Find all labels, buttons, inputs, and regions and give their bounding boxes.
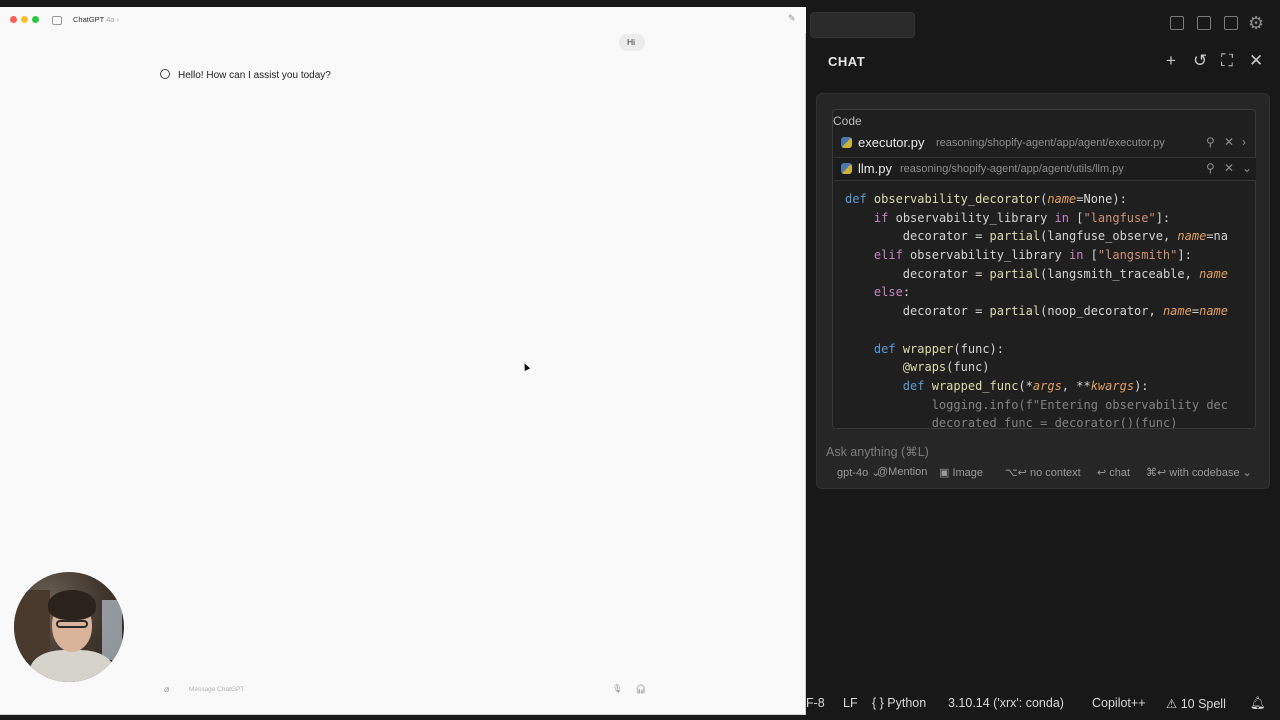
minimize-window-button[interactable] [21, 16, 28, 23]
toggle-primary-sidebar-icon[interactable] [1170, 16, 1184, 30]
braces-icon: { } [872, 696, 888, 710]
model-version: 4o [106, 15, 115, 24]
image-button[interactable]: ▣ Image [939, 466, 983, 479]
python-file-icon [841, 163, 852, 174]
chat-submit-button[interactable]: ↩ chat [1097, 466, 1130, 479]
code-line: def wrapped_func(*args, **kwargs): [902, 378, 1149, 393]
history-icon[interactable]: ↺ [1193, 52, 1207, 69]
code-line: decorator = partial(noop_decorator, name… [902, 304, 1228, 319]
shortcut-key: ⌘↩ [1146, 467, 1167, 479]
warning-icon: ⚠ [1166, 697, 1181, 711]
chevron-down-icon[interactable]: ⌄ [1242, 161, 1252, 175]
chat-panel-header [806, 48, 1280, 76]
status-encoding[interactable]: F-8 [806, 696, 825, 710]
status-bar: F-8 LF { } Python 3.10.14 ('xrx': conda)… [806, 690, 1280, 720]
code-line: decorator = partial(langsmith_traceable,… [902, 266, 1228, 281]
chevron-right-icon[interactable]: › [1242, 135, 1246, 149]
model-selector[interactable]: gpt-4o ⌄ [837, 466, 880, 479]
image-icon: ▣ [939, 467, 953, 479]
codebase-submit-button[interactable]: ⌘↩ with codebase ⌄ [1146, 466, 1252, 479]
file-path: reasoning/shopify-agent/app/agent/execut… [936, 137, 1165, 149]
bell-icon[interactable]: 🔔︎ [1250, 696, 1266, 711]
close-window-button[interactable] [10, 16, 17, 23]
code-line: def wrapper(func): [873, 341, 1004, 356]
code-snippet: def observability_decorator(name=None): … [845, 190, 1245, 428]
status-copilot[interactable]: Copilot++ [1092, 696, 1146, 710]
code-line: logging.info(f"Entering observability de… [931, 397, 1228, 412]
sidebar-toggle-icon[interactable] [52, 16, 62, 25]
user-message: Hi [627, 37, 636, 47]
python-file-icon [841, 137, 852, 148]
chat-panel-title: CHAT [828, 54, 866, 69]
ask-anything-input[interactable]: Ask anything (⌘L) [826, 444, 929, 459]
paperclip-icon[interactable]: ⌀ [164, 684, 169, 695]
app-title: ChatGPT [73, 15, 105, 24]
toggle-secondary-sidebar-icon[interactable] [1224, 16, 1238, 30]
new-chat-icon[interactable]: ✎ [788, 13, 796, 24]
code-line: decorator = partial(langfuse_observe, na… [902, 229, 1228, 244]
chatgpt-logo-icon [160, 69, 170, 79]
code-line: decorated_func = decorator()(func) [931, 416, 1178, 428]
mention-label: Mention [888, 466, 928, 478]
webcam-overlay [14, 572, 124, 682]
assistant-message: Hello! How can I assist you today? [178, 70, 331, 81]
headphones-icon[interactable]: 🎧︎ [635, 684, 646, 695]
context-file-llm[interactable]: llm.py reasoning/shopify-agent/app/agent… [834, 157, 1256, 181]
mention-button[interactable]: @Mention [877, 466, 927, 478]
context-file-executor[interactable]: executor.py reasoning/shopify-agent/app/… [834, 134, 1256, 156]
close-icon[interactable]: ✕ [1249, 52, 1263, 69]
ide-command-search[interactable] [810, 12, 915, 38]
shortcut-key: ↩ [1097, 467, 1107, 479]
microphone-icon[interactable]: 🎙︎ [612, 684, 622, 693]
code-line: if observability_library in ["langfuse"]… [873, 210, 1171, 225]
gear-icon[interactable]: ⚙ [1248, 14, 1264, 32]
status-eol[interactable]: LF [843, 696, 858, 710]
toggle-panel-icon[interactable] [1197, 16, 1211, 30]
chat-input-toolbar: gpt-4o ⌄ @Mention ▣ Image ⌥↩ no context … [837, 466, 1267, 482]
message-input[interactable]: Message ChatGPT [189, 686, 244, 693]
language-label: Python [887, 696, 927, 710]
spell-label: 10 Spell [1180, 697, 1226, 711]
at-icon: @ [877, 466, 889, 478]
code-context-label: Code [833, 114, 862, 128]
model-switcher[interactable]: ChatGPT 4o › [73, 15, 119, 24]
code-line: def observability_decorator(name=None): [845, 192, 1127, 206]
codebase-label: with codebase [1169, 467, 1240, 479]
shortcut-key: ⌥↩ [1005, 467, 1027, 479]
plus-icon[interactable]: + [1166, 52, 1176, 69]
chat-label: chat [1109, 467, 1131, 479]
code-line: @wraps(func) [902, 360, 990, 375]
status-language[interactable]: { } Python [872, 696, 926, 710]
file-path: reasoning/shopify-agent/app/agent/utils/… [900, 163, 1124, 175]
pin-icon[interactable]: ⚲ [1206, 161, 1215, 175]
remove-file-icon[interactable]: ✕ [1224, 161, 1234, 175]
status-spell[interactable]: ⚠ 10 Spell [1166, 696, 1226, 711]
code-line: else: [873, 285, 911, 300]
file-name: executor.py [858, 135, 925, 150]
chatgpt-titlebar: ChatGPT 4o › ✎ [0, 7, 806, 33]
maximize-icon[interactable]: ⛶ [1221, 52, 1233, 69]
image-label: Image [952, 467, 984, 479]
status-interpreter[interactable]: 3.10.14 ('xrx': conda) [948, 696, 1064, 710]
file-name: llm.py [858, 161, 892, 176]
no-context-button[interactable]: ⌥↩ no context [1005, 466, 1081, 479]
pin-icon[interactable]: ⚲ [1206, 135, 1215, 149]
model-name: gpt-4o [837, 467, 869, 479]
zoom-window-button[interactable] [32, 16, 39, 23]
no-context-label: no context [1029, 467, 1081, 479]
remove-file-icon[interactable]: ✕ [1224, 135, 1234, 149]
code-line: elif observability_library in ["langsmit… [873, 248, 1192, 263]
